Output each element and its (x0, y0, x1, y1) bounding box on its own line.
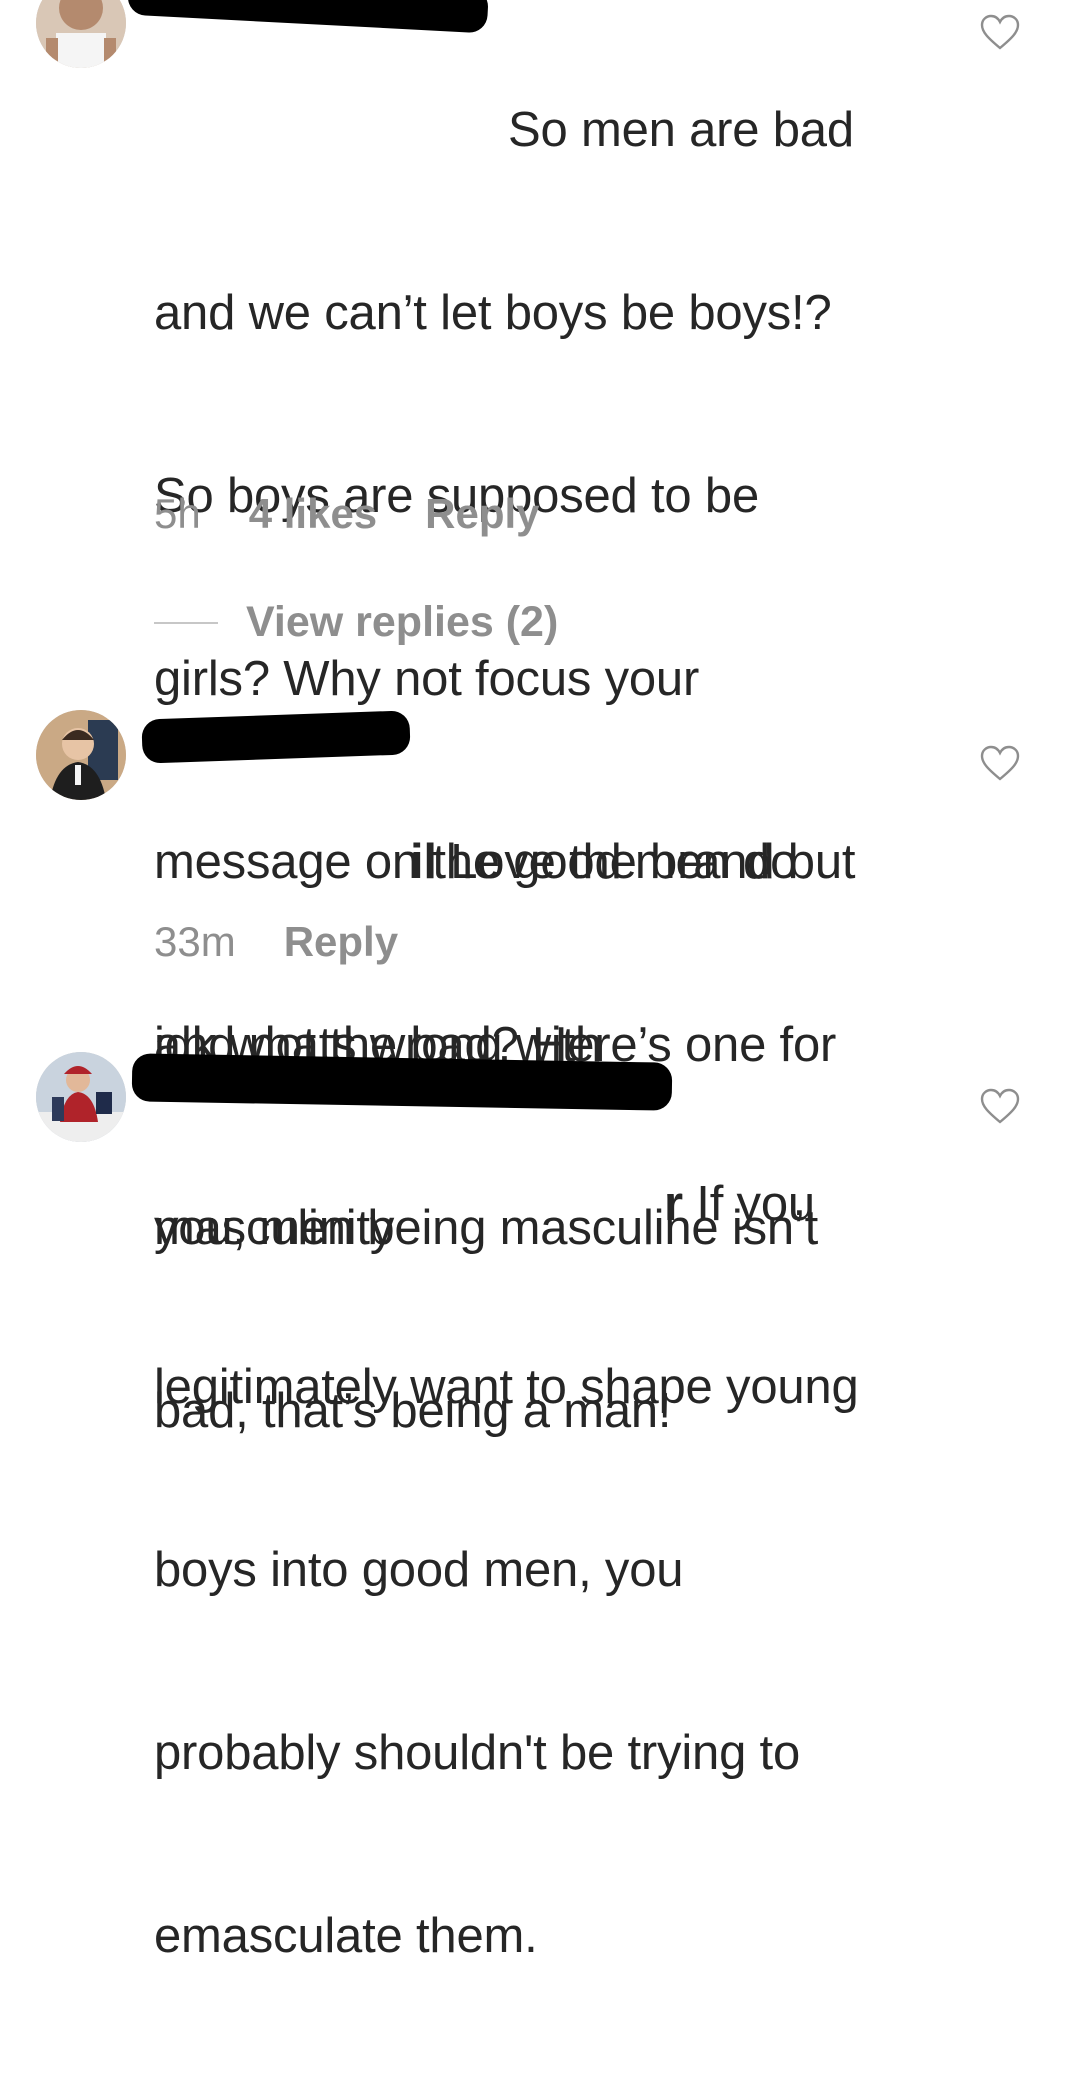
divider (154, 621, 218, 624)
timestamp: 33m (154, 918, 236, 965)
heart-outline-icon[interactable] (980, 1088, 1020, 1124)
likes-count[interactable]: 4 likes (249, 490, 377, 538)
timestamp: 5h (154, 490, 201, 537)
heart-outline-icon[interactable] (980, 745, 1020, 781)
avatar[interactable] (36, 1052, 126, 1142)
comment-meta: 5h 4 likes Reply (154, 490, 540, 538)
view-replies-button[interactable]: View replies (2) (154, 598, 558, 647)
avatar[interactable] (36, 710, 126, 800)
heart-outline-icon[interactable] (980, 14, 1020, 50)
avatar[interactable] (36, 0, 126, 68)
reply-button[interactable]: Reply (425, 490, 539, 538)
reply-button[interactable]: Reply (284, 918, 398, 966)
comment-meta: 33m Reply (154, 918, 398, 966)
comment-text: r If you legitimately want to shape youn… (154, 1177, 859, 1963)
